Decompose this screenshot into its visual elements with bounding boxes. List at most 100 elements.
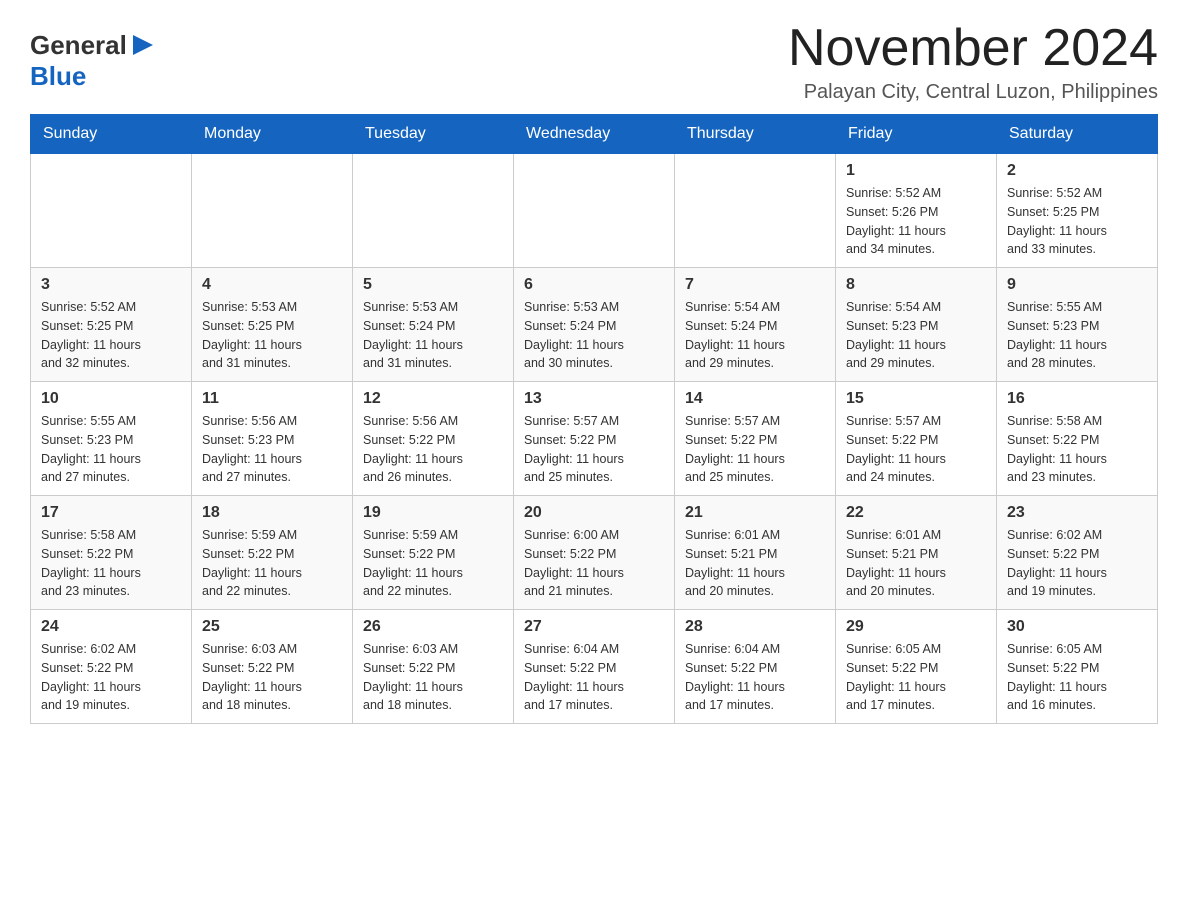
table-row: 16 Sunrise: 5:58 AM Sunset: 5:22 PM Dayli… xyxy=(997,382,1158,496)
day-info: Sunrise: 5:56 AM Sunset: 5:22 PM Dayligh… xyxy=(363,412,503,487)
table-row: 25 Sunrise: 6:03 AM Sunset: 5:22 PM Dayli… xyxy=(192,610,353,724)
day-info: Sunrise: 5:52 AM Sunset: 5:26 PM Dayligh… xyxy=(846,184,986,259)
day-number: 6 xyxy=(524,276,664,294)
col-thursday: Thursday xyxy=(675,115,836,154)
col-friday: Friday xyxy=(836,115,997,154)
day-number: 15 xyxy=(846,390,986,408)
day-number: 11 xyxy=(202,390,342,408)
table-row: 4Sunrise: 5:53 AM Sunset: 5:25 PM Daylig… xyxy=(192,268,353,382)
day-info: Sunrise: 5:52 AM Sunset: 5:25 PM Dayligh… xyxy=(41,298,181,373)
day-info: Sunrise: 6:04 AM Sunset: 5:22 PM Dayligh… xyxy=(524,640,664,715)
day-number: 8 xyxy=(846,276,986,294)
table-row xyxy=(514,154,675,268)
day-info: Sunrise: 5:54 AM Sunset: 5:24 PM Dayligh… xyxy=(685,298,825,373)
day-info: Sunrise: 5:58 AM Sunset: 5:22 PM Dayligh… xyxy=(41,526,181,601)
table-row: 6 Sunrise: 5:53 AM Sunset: 5:24 PM Daylig… xyxy=(514,268,675,382)
calendar-week-row: 10Sunrise: 5:55 AM Sunset: 5:23 PM Dayli… xyxy=(31,382,1158,496)
day-number: 19 xyxy=(363,504,503,522)
day-info: Sunrise: 6:03 AM Sunset: 5:22 PM Dayligh… xyxy=(202,640,342,715)
day-number: 30 xyxy=(1007,618,1147,636)
day-number: 9 xyxy=(1007,276,1147,294)
table-row: 14Sunrise: 5:57 AM Sunset: 5:22 PM Dayli… xyxy=(675,382,836,496)
day-number: 7 xyxy=(685,276,825,294)
day-info: Sunrise: 6:03 AM Sunset: 5:22 PM Dayligh… xyxy=(363,640,503,715)
day-number: 3 xyxy=(41,276,181,294)
day-info: Sunrise: 5:54 AM Sunset: 5:23 PM Dayligh… xyxy=(846,298,986,373)
day-number: 22 xyxy=(846,504,986,522)
day-info: Sunrise: 5:55 AM Sunset: 5:23 PM Dayligh… xyxy=(1007,298,1147,373)
day-number: 5 xyxy=(363,276,503,294)
day-info: Sunrise: 6:05 AM Sunset: 5:22 PM Dayligh… xyxy=(1007,640,1147,715)
calendar-week-row: 24Sunrise: 6:02 AM Sunset: 5:22 PM Dayli… xyxy=(31,610,1158,724)
table-row: 21 Sunrise: 6:01 AM Sunset: 5:21 PM Dayli… xyxy=(675,496,836,610)
table-row: 19 Sunrise: 5:59 AM Sunset: 5:22 PM Dayli… xyxy=(353,496,514,610)
logo: General Blue xyxy=(30,30,157,92)
day-info: Sunrise: 5:56 AM Sunset: 5:23 PM Dayligh… xyxy=(202,412,342,487)
day-info: Sunrise: 6:01 AM Sunset: 5:21 PM Dayligh… xyxy=(685,526,825,601)
calendar-week-row: 1 Sunrise: 5:52 AM Sunset: 5:26 PM Daylig… xyxy=(31,154,1158,268)
table-row: 11 Sunrise: 5:56 AM Sunset: 5:23 PM Dayli… xyxy=(192,382,353,496)
day-info: Sunrise: 6:04 AM Sunset: 5:22 PM Dayligh… xyxy=(685,640,825,715)
table-row xyxy=(31,154,192,268)
table-row: 10Sunrise: 5:55 AM Sunset: 5:23 PM Dayli… xyxy=(31,382,192,496)
logo-blue-text: Blue xyxy=(30,61,86,91)
day-number: 17 xyxy=(41,504,181,522)
table-row xyxy=(675,154,836,268)
table-row xyxy=(353,154,514,268)
day-info: Sunrise: 5:53 AM Sunset: 5:24 PM Dayligh… xyxy=(524,298,664,373)
day-info: Sunrise: 6:02 AM Sunset: 5:22 PM Dayligh… xyxy=(41,640,181,715)
day-info: Sunrise: 6:00 AM Sunset: 5:22 PM Dayligh… xyxy=(524,526,664,601)
day-number: 21 xyxy=(685,504,825,522)
table-row: 15 Sunrise: 5:57 AM Sunset: 5:22 PM Dayli… xyxy=(836,382,997,496)
day-number: 13 xyxy=(524,390,664,408)
day-info: Sunrise: 5:57 AM Sunset: 5:22 PM Dayligh… xyxy=(685,412,825,487)
col-sunday: Sunday xyxy=(31,115,192,154)
day-number: 25 xyxy=(202,618,342,636)
col-monday: Monday xyxy=(192,115,353,154)
table-row: 26 Sunrise: 6:03 AM Sunset: 5:22 PM Dayli… xyxy=(353,610,514,724)
page-header: General Blue November 2024 Palayan City,… xyxy=(30,20,1158,104)
table-row: 20 Sunrise: 6:00 AM Sunset: 5:22 PM Dayli… xyxy=(514,496,675,610)
table-row: 12 Sunrise: 5:56 AM Sunset: 5:22 PM Dayli… xyxy=(353,382,514,496)
day-info: Sunrise: 5:57 AM Sunset: 5:22 PM Dayligh… xyxy=(524,412,664,487)
day-info: Sunrise: 5:57 AM Sunset: 5:22 PM Dayligh… xyxy=(846,412,986,487)
day-info: Sunrise: 5:58 AM Sunset: 5:22 PM Dayligh… xyxy=(1007,412,1147,487)
day-number: 23 xyxy=(1007,504,1147,522)
col-wednesday: Wednesday xyxy=(514,115,675,154)
table-row: 30 Sunrise: 6:05 AM Sunset: 5:22 PM Dayli… xyxy=(997,610,1158,724)
day-info: Sunrise: 6:05 AM Sunset: 5:22 PM Dayligh… xyxy=(846,640,986,715)
day-number: 1 xyxy=(846,162,986,180)
table-row: 27 Sunrise: 6:04 AM Sunset: 5:22 PM Dayli… xyxy=(514,610,675,724)
day-number: 27 xyxy=(524,618,664,636)
table-row: 7 Sunrise: 5:54 AM Sunset: 5:24 PM Daylig… xyxy=(675,268,836,382)
day-info: Sunrise: 5:59 AM Sunset: 5:22 PM Dayligh… xyxy=(363,526,503,601)
title-section: November 2024 Palayan City, Central Luzo… xyxy=(788,20,1158,104)
calendar-week-row: 3 Sunrise: 5:52 AM Sunset: 5:25 PM Daylig… xyxy=(31,268,1158,382)
col-tuesday: Tuesday xyxy=(353,115,514,154)
day-number: 26 xyxy=(363,618,503,636)
table-row: 9 Sunrise: 5:55 AM Sunset: 5:23 PM Daylig… xyxy=(997,268,1158,382)
day-info: Sunrise: 5:53 AM Sunset: 5:24 PM Dayligh… xyxy=(363,298,503,373)
table-row: 1 Sunrise: 5:52 AM Sunset: 5:26 PM Daylig… xyxy=(836,154,997,268)
day-info: Sunrise: 5:55 AM Sunset: 5:23 PM Dayligh… xyxy=(41,412,181,487)
logo-general-text: General xyxy=(30,30,127,61)
day-info: Sunrise: 6:02 AM Sunset: 5:22 PM Dayligh… xyxy=(1007,526,1147,601)
table-row: 24Sunrise: 6:02 AM Sunset: 5:22 PM Dayli… xyxy=(31,610,192,724)
day-number: 4 xyxy=(202,276,342,294)
month-title: November 2024 xyxy=(788,20,1158,77)
day-number: 20 xyxy=(524,504,664,522)
day-info: Sunrise: 6:01 AM Sunset: 5:21 PM Dayligh… xyxy=(846,526,986,601)
location-subtitle: Palayan City, Central Luzon, Philippines xyxy=(788,81,1158,104)
table-row: 2Sunrise: 5:52 AM Sunset: 5:25 PM Daylig… xyxy=(997,154,1158,268)
table-row: 28 Sunrise: 6:04 AM Sunset: 5:22 PM Dayli… xyxy=(675,610,836,724)
table-row: 3 Sunrise: 5:52 AM Sunset: 5:25 PM Daylig… xyxy=(31,268,192,382)
calendar-week-row: 17 Sunrise: 5:58 AM Sunset: 5:22 PM Dayli… xyxy=(31,496,1158,610)
day-number: 18 xyxy=(202,504,342,522)
table-row: 22 Sunrise: 6:01 AM Sunset: 5:21 PM Dayli… xyxy=(836,496,997,610)
day-info: Sunrise: 5:59 AM Sunset: 5:22 PM Dayligh… xyxy=(202,526,342,601)
table-row: 5 Sunrise: 5:53 AM Sunset: 5:24 PM Daylig… xyxy=(353,268,514,382)
day-number: 16 xyxy=(1007,390,1147,408)
day-number: 12 xyxy=(363,390,503,408)
day-number: 28 xyxy=(685,618,825,636)
table-row xyxy=(192,154,353,268)
